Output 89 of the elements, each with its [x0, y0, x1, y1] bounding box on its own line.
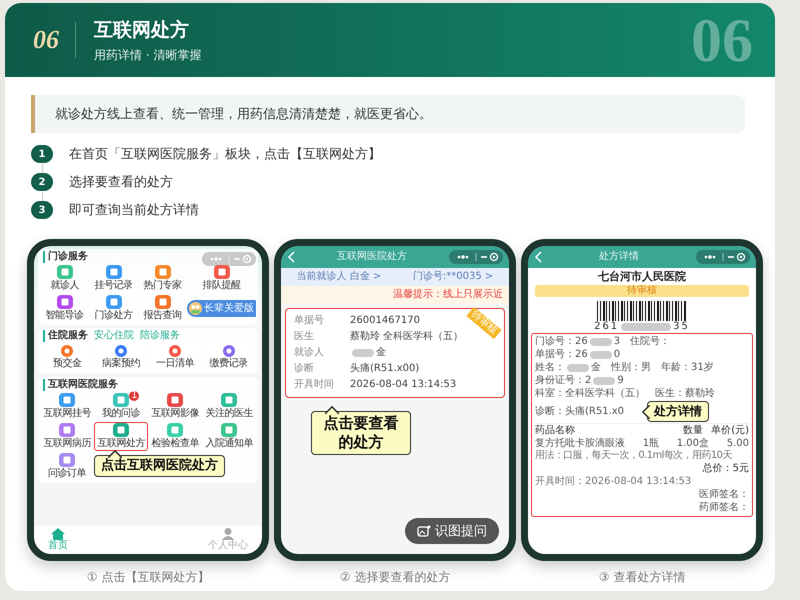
service-item[interactable]: 就诊人	[40, 264, 89, 293]
total-price: 总价：5元	[702, 463, 749, 476]
callout: 点击要查看的处方	[311, 404, 411, 454]
count-badge: 1	[129, 391, 139, 401]
clinic-number-selector[interactable]: 门诊号:**0035 >	[412, 271, 494, 283]
info-field: 医生：蔡勒玲	[655, 388, 715, 400]
image-icon	[417, 525, 431, 537]
status-bar: 待审核	[535, 285, 749, 298]
capsule-button[interactable]	[449, 250, 503, 264]
phone-caption: ② 选择要查看的处方	[340, 569, 450, 586]
service-item[interactable]: 报告查询	[138, 294, 187, 323]
column-header: 数量	[683, 425, 704, 438]
step-number: 3	[31, 201, 53, 219]
drug-price: 5.00	[726, 438, 749, 450]
field-value: 金	[350, 347, 386, 359]
service-item[interactable]: 互联网挂号	[40, 392, 94, 421]
info-field: 住院号：	[630, 336, 670, 348]
info-field: 科室：全科医学科（五）	[535, 388, 645, 400]
info-field: 诊断：头痛(R51.x0	[535, 406, 624, 418]
phone-caption: ① 点击【互联网处方】	[86, 569, 210, 586]
step-text: 选择要查看的处方	[69, 174, 173, 191]
section-number: 06	[33, 25, 59, 55]
panel-title: 门诊服务	[43, 251, 88, 263]
screen-title: 处方详情	[598, 251, 640, 263]
signature-label: 药师签名：	[699, 502, 749, 514]
people-icon	[189, 302, 202, 315]
drug-name: 复方托吡卡胺滴眼液	[535, 438, 625, 450]
service-item[interactable]: 检验检查单	[148, 422, 202, 451]
intro-quote: 就诊处方线上查看、统一管理，用药信息清清楚楚，就医更省心。	[31, 95, 745, 133]
service-item[interactable]: 问诊订单	[40, 452, 94, 481]
column-header: 单价(元)	[711, 425, 749, 438]
step-number: 1	[31, 145, 53, 163]
step-number: 2	[31, 173, 53, 191]
service-item[interactable]: 互联网处方	[94, 422, 148, 451]
usage-text: 用法：口服，每天一次，0.1ml每次，用药10天	[535, 450, 732, 462]
barcode-number: 261 35	[594, 321, 690, 334]
notice-text: 温馨提示：线上只展示近	[281, 286, 509, 304]
service-item[interactable]: 门诊处方	[89, 294, 138, 323]
prescription-card[interactable]: 待审核 单据号 26001467170 医生 蔡勒玲 全科医学科（五） 就诊人 金 诊断 头痛(R51.x00) 开具时间 2026-08-04 13:14:53	[285, 308, 505, 398]
field-label: 单据号	[294, 315, 325, 327]
callout-pointer	[108, 450, 122, 458]
home-icon	[51, 528, 65, 540]
callout-pointer	[325, 406, 339, 414]
field-value: 头痛(R51.x00)	[350, 363, 420, 375]
field-value: 26001467170	[350, 315, 420, 327]
section-title: 互联网处方	[94, 18, 190, 42]
section-subtitle: 用药详情 · 清晰掌握	[94, 46, 202, 64]
step-text: 在首页「互联网医院服务」板块，点击【互联网处方】	[69, 146, 381, 163]
column-header: 药品名称	[535, 425, 575, 438]
panel-title: 互联网医院服务	[43, 379, 118, 391]
service-item[interactable]: 挂号记录	[89, 264, 138, 293]
service-item[interactable]: 智能导诊	[40, 294, 89, 323]
info-field: 性别：男	[611, 362, 651, 374]
service-item[interactable]: 排队提醒	[187, 264, 256, 293]
service-item[interactable]: 入院通知单	[202, 422, 256, 451]
drug-spec: 1瓶	[642, 438, 660, 450]
service-item[interactable]: 互联网影像	[148, 392, 202, 421]
back-icon[interactable]	[534, 251, 542, 263]
service-item[interactable]: 1 我的问诊	[94, 392, 148, 421]
field-label: 就诊人	[294, 347, 325, 359]
patient-selector[interactable]: 当前就诊人 白金 >	[296, 271, 382, 283]
step-text: 即可查询当前处方详情	[69, 202, 199, 219]
info-field: 姓名： 金	[535, 362, 601, 374]
hospital-name: 七台河市人民医院	[598, 270, 686, 284]
phone-caption: ③ 查看处方详情	[598, 569, 686, 586]
capsule-button[interactable]	[696, 250, 750, 264]
field-label: 开具时间	[294, 379, 335, 391]
info-field: 单据号：26 0	[535, 349, 620, 362]
field-label: 诊断	[294, 363, 315, 375]
field-label: 医生	[294, 331, 315, 343]
screen-title: 互联网医院处方	[336, 251, 408, 263]
person-icon	[221, 528, 235, 540]
callout: 处方详情	[640, 401, 710, 422]
service-item[interactable]: 关注的医生	[202, 392, 256, 421]
info-field: 门诊号：26 3	[535, 336, 620, 348]
signature-label: 医师签名：	[699, 489, 749, 502]
service-item[interactable]: 热门专家	[138, 264, 187, 293]
field-value: 蔡勒玲 全科医学科（五）	[350, 331, 464, 343]
back-icon[interactable]	[287, 251, 295, 263]
image-question-button[interactable]: 识图提问	[405, 518, 499, 544]
info-field: 身份证号：2 9	[535, 375, 624, 388]
info-field: 年龄：31岁	[661, 362, 714, 374]
callout-pointer	[642, 405, 650, 420]
watermark-number: 06	[691, 9, 753, 73]
status-ribbon: 待审核	[466, 306, 502, 340]
service-item[interactable]: 互联网病历	[40, 422, 94, 451]
issue-time: 开具时间：2026-08-04 13:14:53	[535, 476, 692, 488]
field-value: 2026-08-04 13:14:53	[350, 379, 456, 391]
drug-quantity: 1.00盒	[676, 438, 710, 450]
